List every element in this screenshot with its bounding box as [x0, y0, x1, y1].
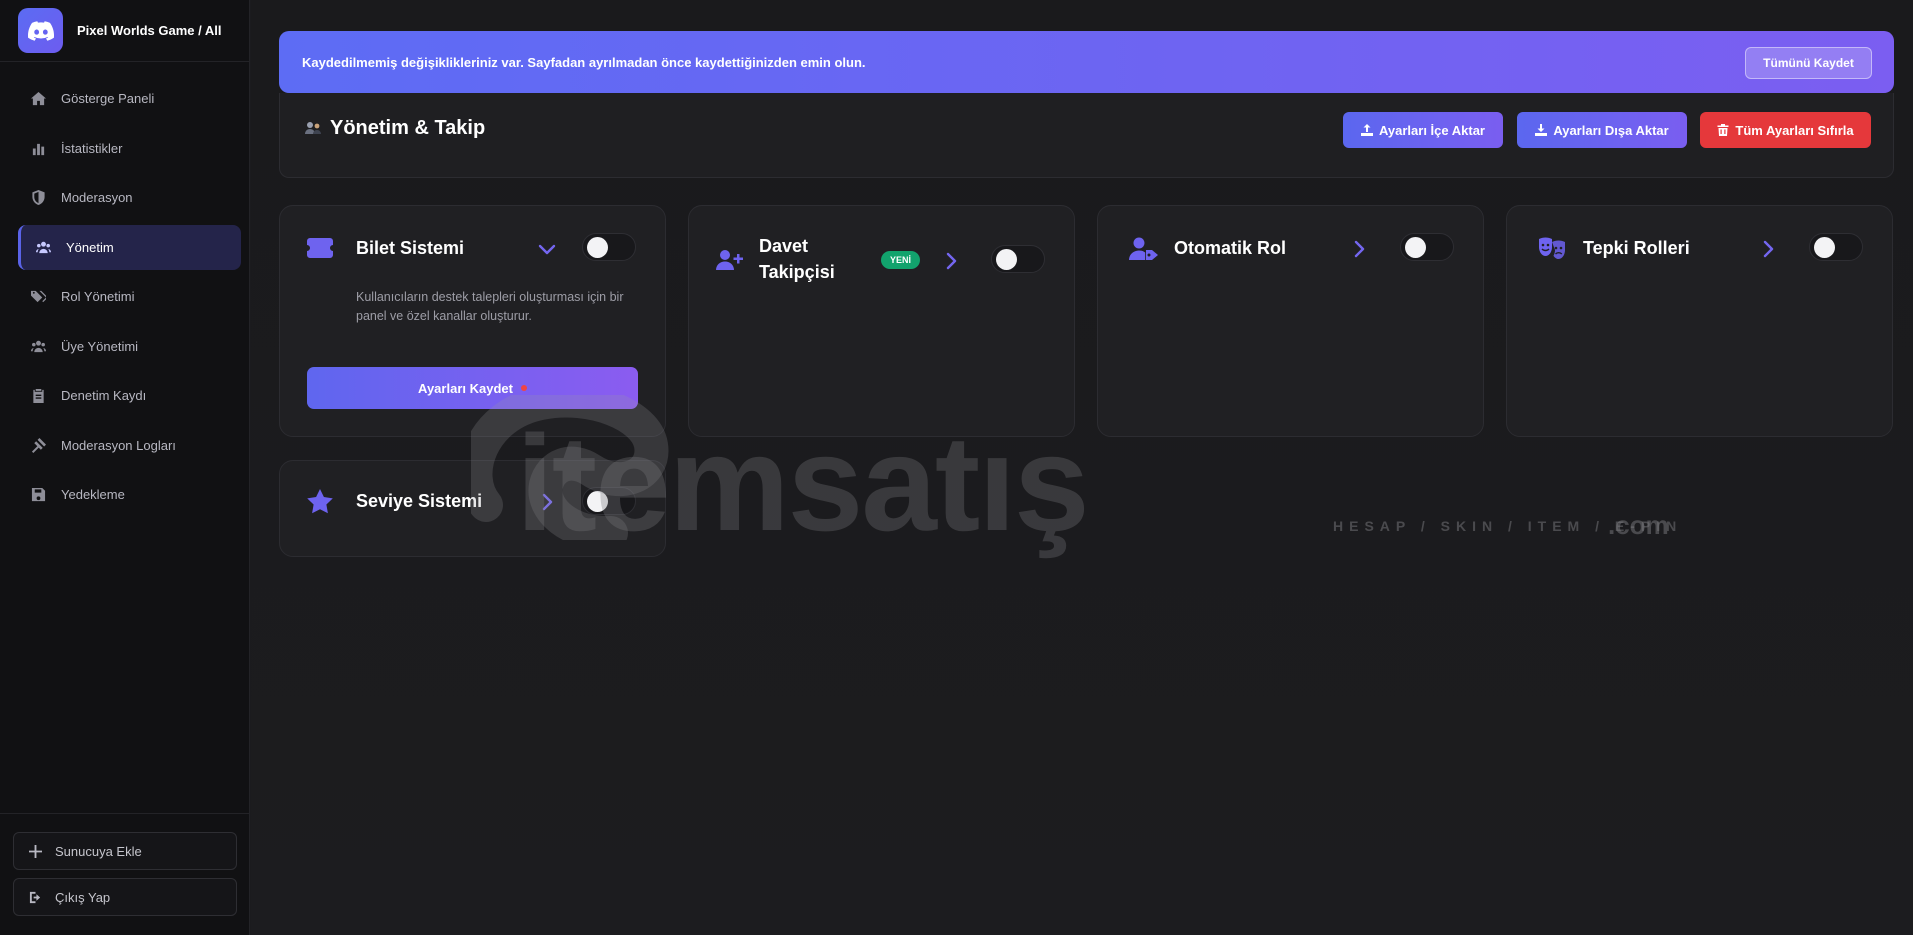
sidebar-item-label: Yedekleme	[61, 487, 125, 502]
tags-icon	[30, 289, 46, 305]
home-icon	[30, 91, 46, 107]
users-icon	[35, 239, 51, 255]
ticket-icon	[307, 238, 333, 258]
save-settings-label: Ayarları Kaydet	[418, 380, 513, 396]
sidebar-item-label: İstatistikler	[61, 140, 123, 156]
watermark-text: itemsatış	[516, 407, 1090, 559]
users-icon	[30, 338, 46, 354]
discord-icon	[18, 8, 63, 53]
sidebar-item-backup[interactable]: Yedekleme	[18, 472, 241, 517]
server-name: Pixel Worlds Game / All	[77, 23, 222, 38]
sidebar-item-dashboard[interactable]: Gösterge Paneli	[18, 76, 241, 121]
logout-button[interactable]: Çıkış Yap	[13, 878, 237, 916]
sidebar-item-moderation[interactable]: Moderasyon	[18, 175, 241, 220]
auto-role-toggle[interactable]	[1400, 233, 1454, 261]
card-title: Tepki Rolleri	[1583, 238, 1690, 258]
chevron-right-icon[interactable]	[1349, 239, 1369, 259]
import-settings-label: Ayarları İçe Aktar	[1379, 122, 1485, 138]
import-settings-button[interactable]: Ayarları İçe Aktar	[1343, 112, 1503, 148]
page-title-text: Yönetim & Takip	[330, 117, 486, 139]
auto-role-card: Otomatik Rol	[1097, 205, 1484, 437]
reset-settings-button[interactable]: Tüm Ayarları Sıfırla	[1700, 112, 1871, 148]
star-icon	[307, 489, 333, 514]
chevron-down-icon[interactable]	[537, 239, 557, 259]
toggle-knob	[587, 237, 608, 258]
main-content: Kaydedilmemiş değişiklikleriniz var. Say…	[251, 0, 1913, 935]
add-to-server-label: Sunucuya Ekle	[55, 843, 142, 859]
sidebar-item-role-management[interactable]: Rol Yönetimi	[18, 274, 241, 319]
add-to-server-button[interactable]: Sunucuya Ekle	[13, 832, 237, 870]
trash-icon	[1717, 124, 1729, 136]
gavel-icon	[30, 437, 46, 453]
sidebar-item-statistics[interactable]: İstatistikler	[18, 126, 241, 171]
clipboard-icon	[30, 388, 46, 404]
shield-icon	[30, 190, 46, 206]
brand[interactable]: Pixel Worlds Game / All	[0, 0, 249, 62]
export-settings-button[interactable]: Ayarları Dışa Aktar	[1517, 112, 1687, 148]
invite-tracker-toggle[interactable]	[991, 245, 1045, 273]
toggle-knob	[1814, 237, 1835, 258]
upload-icon	[1361, 124, 1373, 136]
save-settings-button[interactable]: Ayarları Kaydet	[307, 367, 638, 409]
sidebar-item-label: Rol Yönetimi	[61, 289, 135, 304]
page-title: Yönetim & Takip	[304, 117, 485, 140]
user-tag-icon	[1129, 237, 1159, 261]
card-title: Bilet Sistemi	[356, 238, 465, 258]
sidebar-item-label: Yönetim	[66, 239, 114, 255]
unsaved-dot	[520, 385, 527, 391]
reaction-roles-card: Tepki Rolleri	[1506, 205, 1893, 437]
sidebar-footer: Sunucuya Ekle Çıkış Yap	[0, 813, 250, 935]
card-title: Otomatik Rol	[1174, 238, 1287, 258]
sidebar-item-label: Gösterge Paneli	[61, 91, 155, 106]
export-settings-label: Ayarları Dışa Aktar	[1553, 122, 1669, 138]
bar-chart-icon	[30, 140, 46, 156]
logout-label: Çıkış Yap	[55, 889, 111, 905]
masks-theater-icon	[1538, 237, 1568, 261]
sidebar-item-label: Moderasyon	[61, 190, 133, 205]
save-icon	[30, 487, 46, 503]
unsaved-changes-text: Kaydedilmemiş değişiklikleriniz var. Say…	[302, 54, 866, 70]
reaction-roles-toggle[interactable]	[1809, 233, 1863, 261]
sidebar-nav: Gösterge Paneli İstatistikler Moderasyon…	[0, 62, 249, 517]
sidebar-item-label: Üye Yönetimi	[61, 338, 139, 354]
sign-out-icon	[29, 891, 43, 904]
chevron-right-icon[interactable]	[941, 251, 961, 271]
ticket-system-toggle[interactable]	[582, 233, 636, 261]
sidebar-item-member-management[interactable]: Üye Yönetimi	[18, 324, 241, 369]
unsaved-changes-banner: Kaydedilmemiş değişiklikleriniz var. Say…	[279, 31, 1894, 93]
sidebar-item-label: Moderasyon Logları	[61, 437, 176, 453]
sidebar-item-management[interactable]: Yönetim	[18, 224, 241, 270]
sidebar-item-audit-log[interactable]: Denetim Kaydı	[18, 373, 241, 418]
new-badge: YENİ	[881, 251, 921, 269]
ticket-system-card: Bilet Sistemi Kullanıcıların destek tale…	[279, 205, 666, 437]
sidebar: Pixel Worlds Game / All Gösterge Paneli …	[0, 0, 250, 935]
card-description: Kullanıcıların destek talepleri oluşturm…	[356, 290, 624, 323]
sidebar-item-moderation-logs[interactable]: Moderasyon Logları	[18, 423, 241, 468]
card-title: Davet Takipçisi	[759, 236, 835, 282]
watermark-tld: .com	[1608, 510, 1669, 540]
save-all-button[interactable]: Tümünü Kaydet	[1745, 47, 1872, 79]
reset-settings-label: Tüm Ayarları Sıfırla	[1735, 122, 1854, 138]
page-header: Yönetim & Takip Ayarları İçe Aktar Ayarl…	[279, 93, 1894, 178]
sidebar-item-label: Denetim Kaydı	[61, 388, 147, 403]
chevron-right-icon[interactable]	[1758, 239, 1778, 259]
download-icon	[1535, 124, 1548, 136]
invite-tracker-card: Davet Takipçisi YENİ	[688, 205, 1075, 437]
users-icon	[304, 119, 324, 139]
user-plus-icon	[716, 249, 744, 271]
toggle-knob	[1405, 237, 1426, 258]
plus-icon	[29, 844, 43, 858]
toggle-knob	[996, 249, 1017, 270]
card-title: Seviye Sistemi	[356, 491, 483, 511]
